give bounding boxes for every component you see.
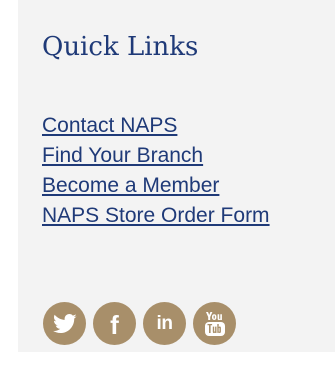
linkedin-icon: in [156, 313, 173, 334]
twitter-button[interactable] [43, 302, 86, 345]
twitter-icon [52, 313, 77, 333]
social-links: f in [43, 302, 236, 345]
list-item: Find Your Branch [42, 142, 270, 172]
facebook-button[interactable]: f [93, 302, 136, 345]
list-item: Contact NAPS [42, 112, 270, 142]
quick-links-list: Contact NAPS Find Your Branch Become a M… [42, 112, 270, 232]
naps-store-order-form-link[interactable]: NAPS Store Order Form [42, 204, 270, 227]
quick-links-panel: Quick Links Contact NAPS Find Your Branc… [18, 0, 335, 352]
list-item: Become a Member [42, 172, 270, 202]
list-item: NAPS Store Order Form [42, 202, 270, 232]
find-your-branch-link[interactable]: Find Your Branch [42, 144, 203, 167]
become-a-member-link[interactable]: Become a Member [42, 174, 219, 197]
youtube-icon [204, 311, 225, 336]
contact-naps-link[interactable]: Contact NAPS [42, 114, 177, 137]
youtube-button[interactable] [193, 302, 236, 345]
quick-links-heading: Quick Links [42, 32, 199, 62]
facebook-icon: f [110, 309, 119, 340]
linkedin-button[interactable]: in [143, 302, 186, 345]
